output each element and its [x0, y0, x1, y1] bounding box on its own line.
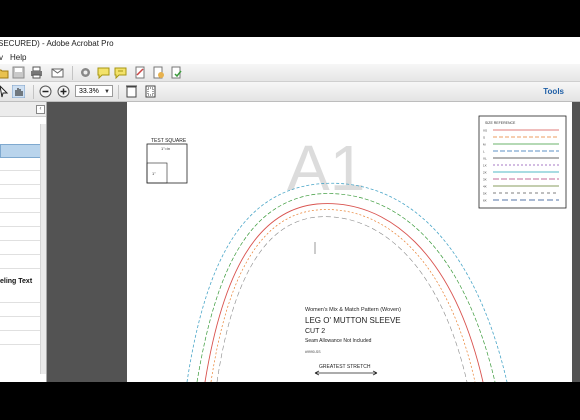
size-row-label: 2X — [483, 171, 487, 175]
test-square-small-label: 1" — [152, 171, 156, 176]
navigation-toolbar: 33.3% ▼ Tools — [0, 82, 580, 102]
pane-item[interactable] — [0, 200, 40, 213]
size-row-label: XS — [483, 129, 487, 133]
pdf-page[interactable]: TEST SQUARE 1"=in 1" A1 SIZE REFERENCE X… — [127, 102, 580, 382]
pane-item[interactable] — [0, 318, 40, 331]
pattern-line-2: LEG O' MUTTON SLEEVE — [305, 316, 401, 325]
pattern-line-1: Women's Mix & Match Pattern (Woven) — [305, 307, 401, 313]
test-square-title: TEST SQUARE — [151, 138, 187, 144]
size-row-label: S — [483, 136, 485, 140]
size-row-label: XL — [483, 157, 487, 161]
sign-icon[interactable] — [134, 66, 147, 79]
size-row-label: 6X — [483, 199, 487, 203]
pane-item[interactable] — [0, 242, 40, 255]
size-row-label: 3X — [483, 178, 487, 182]
pane-item[interactable] — [0, 228, 40, 241]
zoom-out-icon[interactable] — [39, 85, 52, 98]
email-icon[interactable] — [51, 66, 64, 79]
chevron-down-icon: ▼ — [104, 89, 110, 95]
pane-item[interactable] — [0, 256, 40, 269]
stretch-arrow — [314, 370, 378, 376]
title-bar: SECURED) - Adobe Acrobat Pro — [0, 37, 580, 51]
zoom-select[interactable]: 33.3% ▼ — [75, 85, 113, 97]
size-chart-title: SIZE REFERENCE — [485, 121, 516, 125]
test-square-inner — [146, 162, 168, 184]
pane-item[interactable] — [0, 158, 40, 171]
pane-item[interactable] — [0, 214, 40, 227]
pane-item[interactable] — [0, 172, 40, 185]
menu-item-view[interactable]: v — [0, 51, 3, 64]
pattern-drawing: TEST SQUARE 1"=in 1" A1 SIZE REFERENCE X… — [146, 115, 567, 382]
print-icon[interactable] — [30, 66, 43, 79]
document-gutter-right — [572, 102, 580, 382]
sleeve-pattern-lines — [186, 182, 508, 382]
pane-item[interactable] — [0, 186, 40, 199]
window-title: SECURED) - Adobe Acrobat Pro — [0, 39, 114, 48]
stretch-label: GREATEST STRETCH — [319, 364, 371, 370]
fit-page-icon[interactable] — [144, 85, 157, 98]
settings-icon[interactable] — [79, 66, 92, 79]
highlight-icon[interactable] — [114, 66, 127, 79]
page-label: A1 — [287, 132, 365, 204]
zoom-value: 33.3% — [79, 88, 99, 95]
menu-item-help[interactable]: Help — [10, 51, 26, 64]
open-icon[interactable] — [0, 66, 9, 79]
tools-button[interactable]: Tools — [543, 85, 564, 99]
pattern-line-5: #9990-SS — [305, 350, 321, 354]
size-row-label: 4X — [483, 185, 487, 189]
pane-item[interactable] — [0, 332, 40, 345]
pane-item-selected[interactable] — [0, 144, 42, 158]
save-icon[interactable] — [12, 66, 25, 79]
close-icon[interactable]: ‹ — [36, 105, 45, 114]
acrobat-window: SECURED) - Adobe Acrobat Pro v Help 33.3… — [0, 37, 580, 382]
navigation-pane: ‹ eling Text — [0, 102, 47, 382]
pane-item[interactable] — [0, 290, 40, 303]
menu-bar: v Help — [0, 51, 580, 65]
select-icon[interactable] — [0, 85, 10, 98]
fit-width-icon[interactable] — [125, 85, 138, 98]
pane-header: ‹ — [0, 102, 46, 117]
test-square-label: 1"=in — [161, 146, 170, 151]
pane-item-label[interactable]: eling Text — [0, 278, 32, 285]
main-toolbar — [0, 64, 580, 82]
comment-icon[interactable] — [97, 66, 110, 79]
size-row-label: 1X — [483, 164, 487, 168]
pane-item[interactable] — [0, 304, 40, 317]
pattern-line-4: Seam Allowance Not Included — [305, 338, 372, 344]
size-row-label: 5X — [483, 192, 487, 196]
pattern-line-3: CUT 2 — [305, 328, 325, 335]
pane-scrollbar[interactable] — [40, 124, 46, 374]
combine-icon[interactable] — [170, 66, 183, 79]
document-gutter — [47, 102, 127, 382]
export-icon[interactable] — [152, 66, 165, 79]
hand-icon[interactable] — [12, 85, 25, 98]
zoom-in-icon[interactable] — [57, 85, 70, 98]
